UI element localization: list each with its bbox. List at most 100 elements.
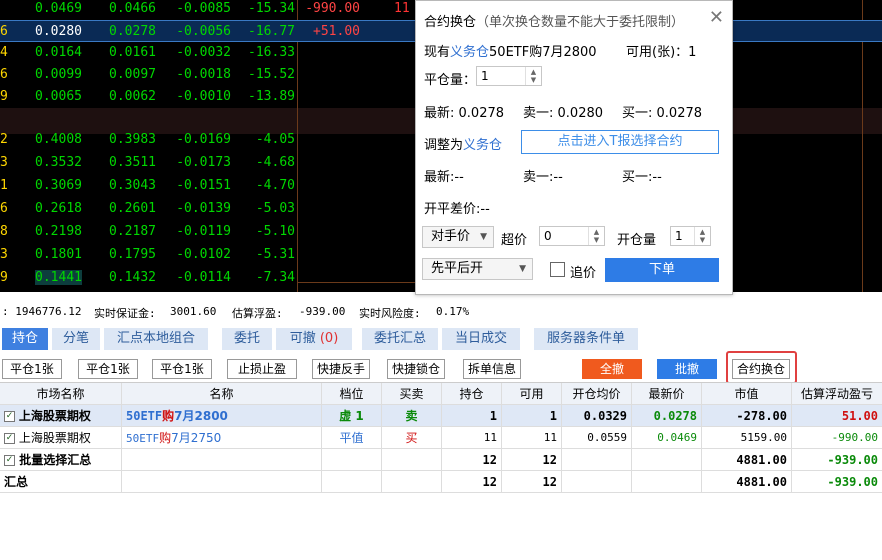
header-cell[interactable]: 市值 xyxy=(702,383,792,405)
tab-cancelable[interactable]: 可撤 (0) xyxy=(276,328,352,350)
batch-label-cell: ✓ 批量选择汇总 xyxy=(0,449,122,471)
contract-kind: 购 xyxy=(159,431,172,445)
quote-c1: 0.1441 xyxy=(35,270,82,285)
contract-month-strike: 7月2800 xyxy=(174,409,228,423)
float-pnl-value: -939.00 xyxy=(299,305,346,318)
float-pnl-label: 估算浮盈: xyxy=(232,307,283,320)
quote-c3: -0.0018 xyxy=(176,67,231,82)
risk-value: 0.17% xyxy=(436,305,470,318)
header-cell[interactable]: 档位 xyxy=(322,383,382,405)
sell1-price: 卖一: 0.0280 xyxy=(523,102,603,121)
chase-price-label: 追价 xyxy=(570,266,597,281)
stepper-arrows-icon[interactable]: ▲ ▼ xyxy=(588,227,604,245)
quote-c1: 0.4008 xyxy=(35,132,82,147)
close-one-button[interactable]: 平仓1张 xyxy=(78,359,138,379)
last-price-cell: 0.0469 xyxy=(632,427,702,449)
quote-c3: -0.0032 xyxy=(176,45,231,60)
stop-loss-profit-button[interactable]: 止损止盈 xyxy=(227,359,297,379)
quote-c2: 0.3043 xyxy=(109,178,156,193)
cancel-all-button[interactable]: 全撤 xyxy=(582,359,642,379)
stepper-arrows-icon[interactable]: ▲ ▼ xyxy=(525,67,541,85)
quote-c2: 0.0278 xyxy=(109,24,156,39)
open-qty-stepper[interactable]: 1 ▲ ▼ xyxy=(670,226,711,246)
market-name: 上海股票期权 xyxy=(18,431,91,445)
quote-c4: -4.05 xyxy=(255,132,295,147)
quick-lock-button[interactable]: 快捷锁仓 xyxy=(387,359,445,379)
quote-c4: -13.89 xyxy=(248,89,295,104)
quote-c3: -0.0102 xyxy=(176,247,231,262)
quote-idx: 6 xyxy=(0,201,8,216)
adjust-to: 调整为义务仓 xyxy=(424,134,502,153)
empty-cell xyxy=(632,449,702,471)
quote-c3: -0.0056 xyxy=(176,24,231,39)
contract-kind: 购 xyxy=(162,409,175,423)
tab-label: 持仓 xyxy=(11,331,38,346)
empty-cell xyxy=(382,449,442,471)
quote-c3: -0.0114 xyxy=(176,270,231,285)
close-one-button[interactable]: 平仓1张 xyxy=(152,359,212,379)
empty-cell xyxy=(122,471,322,493)
hold-cell: 1 xyxy=(442,405,502,427)
batch-summary-row[interactable]: ✓ 批量选择汇总 12 12 4881.00 -939.00 xyxy=(0,449,882,471)
place-order-button[interactable]: 下单 xyxy=(605,258,719,282)
table-row[interactable]: ✓ 上海股票期权 50ETF购7月2750 平值 买 11 11 0.0559 … xyxy=(0,427,882,449)
header-cell[interactable]: 名称 xyxy=(122,383,322,405)
tab-server-conditions[interactable]: 服务器条件单 xyxy=(534,328,638,350)
tab-ticks[interactable]: 分笔 xyxy=(52,328,100,350)
quote-c2: 0.3511 xyxy=(109,155,156,170)
positions-table: 市场名称 名称 档位 买卖 持仓 可用 开仓均价 最新价 市值 估算浮动盈亏 ✓… xyxy=(0,382,882,560)
header-cell[interactable]: 估算浮动盈亏 xyxy=(792,383,882,405)
quote-idx: 9 xyxy=(0,89,8,104)
stepper-arrows-icon[interactable]: ▲ ▼ xyxy=(694,227,710,245)
header-cell[interactable]: 开仓均价 xyxy=(562,383,632,405)
quote-c3: -0.0010 xyxy=(176,89,231,104)
row-checkbox[interactable]: ✓ xyxy=(4,411,15,422)
close-qty-stepper[interactable]: 1 ▲ ▼ xyxy=(476,66,542,86)
total-label: 汇总 xyxy=(0,471,122,493)
header-cell[interactable]: 买卖 xyxy=(382,383,442,405)
sell1-value: 0.0280 xyxy=(557,106,604,121)
quote-c1: 0.0164 xyxy=(35,45,82,60)
quote-c4: -5.03 xyxy=(255,201,295,216)
over-price-stepper[interactable]: 0 ▲ ▼ xyxy=(539,226,605,246)
row-checkbox[interactable]: ✓ xyxy=(4,433,15,444)
quick-reverse-button[interactable]: 快捷反手 xyxy=(312,359,370,379)
buy2-value: -- xyxy=(652,170,662,185)
value-cell: 5159.00 xyxy=(702,427,792,449)
buy1-label: 买一: xyxy=(622,106,653,121)
new-buy1-price: 买一:-- xyxy=(622,166,662,185)
split-info-button[interactable]: 拆单信息 xyxy=(463,359,521,379)
close-icon[interactable]: ✕ xyxy=(709,7,724,28)
header-cell[interactable]: 持仓 xyxy=(442,383,502,405)
tab-today-trades[interactable]: 当日成交 xyxy=(442,328,520,350)
header-cell[interactable]: 最新价 xyxy=(632,383,702,405)
header-cell[interactable]: 市场名称 xyxy=(0,383,122,405)
empty-cell xyxy=(322,449,382,471)
tab-label: 汇点本地组合 xyxy=(116,331,195,346)
tab-label: 分笔 xyxy=(62,331,89,346)
name-cell: 50ETF购7月2750 xyxy=(122,427,322,449)
buy1-value: 0.0278 xyxy=(656,106,703,121)
table-row[interactable]: ✓ 上海股票期权 50ETF购7月2800 虚 1 卖 1 1 0.0329 0… xyxy=(0,405,882,427)
batch-cancel-button[interactable]: 批撤 xyxy=(657,359,717,379)
tab-order-summary[interactable]: 委托汇总 xyxy=(362,328,438,350)
tab-holdings[interactable]: 持仓 xyxy=(2,328,48,350)
header-cell[interactable]: 可用 xyxy=(502,383,562,405)
tab-count: (0) xyxy=(319,331,339,346)
batch-checkbox[interactable]: ✓ xyxy=(4,455,15,466)
sell2-label: 卖一: xyxy=(523,170,554,185)
buy2-label: 买一: xyxy=(622,170,653,185)
table-header: 市场名称 名称 档位 买卖 持仓 可用 开仓均价 最新价 市值 估算浮动盈亏 xyxy=(0,383,882,405)
balance-value: : 1946776.12 xyxy=(2,305,82,318)
sell2-value: -- xyxy=(553,170,563,185)
price-type-select[interactable]: 对手价 ▼ xyxy=(422,226,494,248)
chase-price-checkbox[interactable] xyxy=(550,262,565,277)
order-mode-select[interactable]: 先平后开 ▼ xyxy=(422,258,533,280)
close-one-button[interactable]: 平仓1张 xyxy=(2,359,62,379)
tab-local-combo[interactable]: 汇点本地组合 xyxy=(104,328,208,350)
tab-label: 当日成交 xyxy=(454,331,507,346)
select-contract-button[interactable]: 点击进入T报选择合约 xyxy=(521,130,719,154)
hold-cell: 11 xyxy=(442,427,502,449)
tab-orders[interactable]: 委托 xyxy=(222,328,272,350)
avail-cell: 11 xyxy=(502,427,562,449)
